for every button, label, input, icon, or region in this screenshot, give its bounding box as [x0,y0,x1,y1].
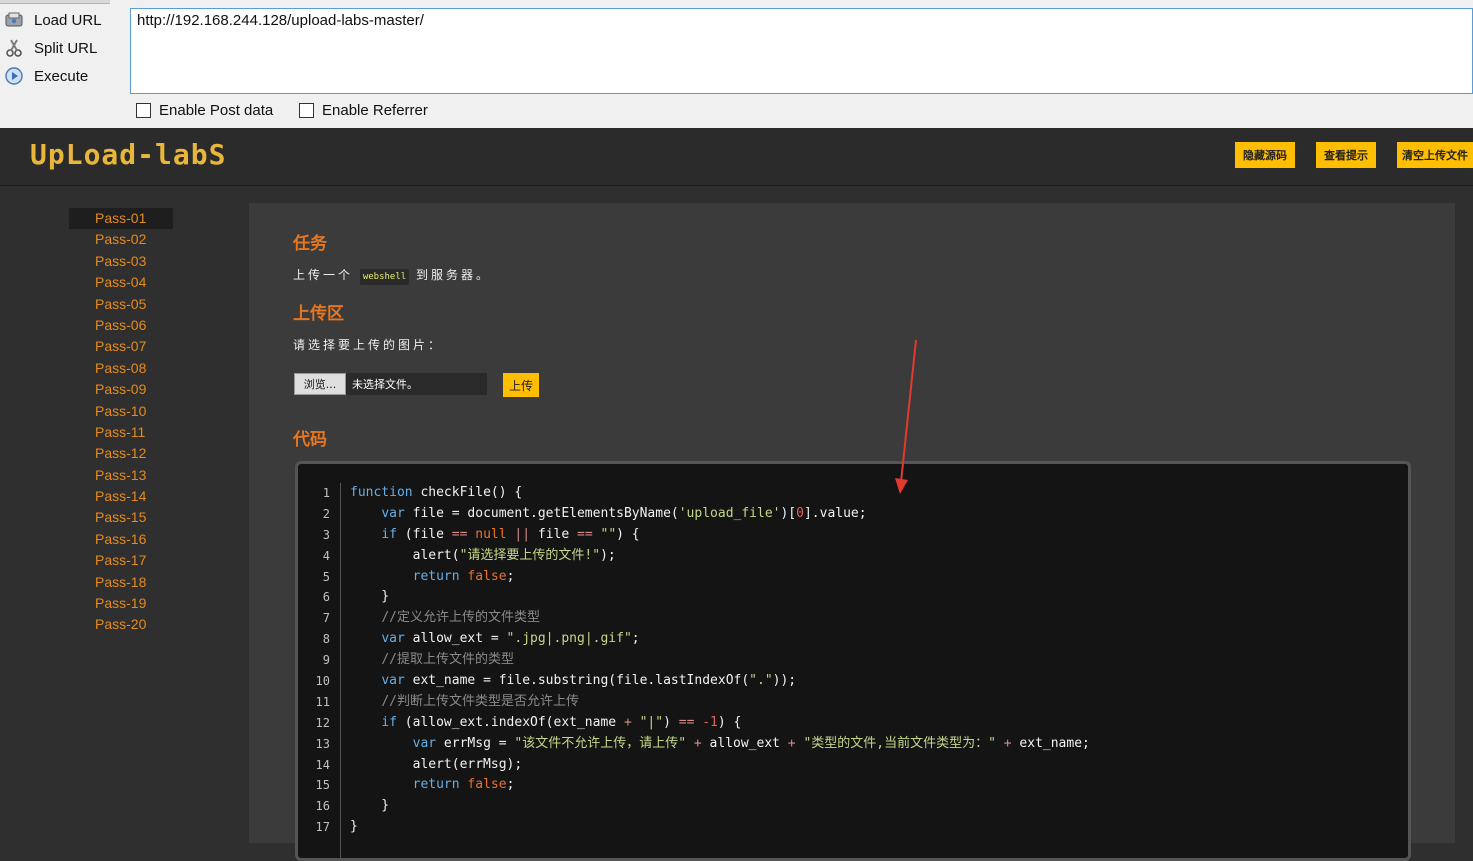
load-url-button[interactable]: Load URL [4,8,122,32]
line-number: 13 [315,736,330,751]
line-number: 6 [322,590,330,605]
upload-button[interactable]: 上传 [503,373,539,397]
hackbar-toolbar: Load URL Split URL Execute http://192.16… [0,0,1473,129]
sidebar-item-pass[interactable]: Pass-01 [69,208,173,230]
sidebar-item-pass[interactable]: Pass-08 [69,358,173,379]
line-number-gutter: 1 2 3 4 5 6 7 8 9 10 11 12 13 14 15 16 17 [298,483,341,858]
enable-post-checkbox[interactable]: Enable Post data [136,102,273,119]
sidebar-item-pass[interactable]: Pass-17 [69,550,173,571]
line-number: 7 [322,611,330,626]
checkbox-box[interactable] [299,103,314,118]
execute-label: Execute [34,67,89,85]
code-line: alert(errMsg); [350,756,523,772]
hackbar-top-strip [0,0,110,4]
sidebar-item-pass[interactable]: Pass-09 [69,379,173,400]
code-line: //判断上传文件类型是否允许上传 [381,693,579,709]
split-url-button[interactable]: Split URL [4,36,122,60]
code-line: alert("请选择要上传的文件!"); [350,547,616,563]
line-number: 8 [322,632,330,647]
webshell-code: webshell [359,269,410,285]
split-url-label: Split URL [34,39,98,57]
load-url-label: Load URL [34,11,102,29]
code-line: var allow_ext = ".jpg|.png|.gif"; [381,631,640,647]
clear-uploads-button[interactable]: 清空上传文件 [1397,142,1473,168]
line-number: 17 [315,820,330,835]
execute-button[interactable]: Execute [4,64,122,88]
line-number: 15 [315,778,330,793]
code-heading: 代码 [293,430,327,450]
line-number: 11 [315,694,330,709]
sidebar-item-pass[interactable]: Pass-05 [69,294,173,315]
line-number: 9 [322,653,330,668]
code-line: var errMsg = "该文件不允许上传，请上传" + allow_ext … [412,735,1090,751]
main-panel: 任务 上传一个 webshell 到服务器。 上传区 请选择要上传的图片： 浏览… [249,203,1455,861]
code-line: var file = document.getElementsByName('u… [381,505,867,521]
code-line: if (file == null || file == "") { [381,526,640,542]
code-lines: function checkFile() { var file = docume… [350,483,1090,838]
task-prefix: 上传一个 [293,268,354,282]
play-icon [4,66,24,86]
sidebar-item-pass[interactable]: Pass-02 [69,229,173,250]
line-number: 1 [322,486,330,500]
sidebar-item-pass[interactable]: Pass-12 [69,443,173,464]
sidebar-item-pass[interactable]: Pass-07 [69,336,173,357]
scissors-icon [4,38,24,58]
enable-referrer-checkbox[interactable]: Enable Referrer [299,102,428,119]
code-line: } [350,798,390,814]
line-number: 10 [315,674,330,689]
sidebar-item-pass[interactable]: Pass-11 [69,422,173,443]
choose-image-label: 请选择要上传的图片： [293,338,444,352]
url-textarea[interactable]: http://192.168.244.128/upload-labs-maste… [130,8,1473,94]
sidebar-item-pass[interactable]: Pass-04 [69,272,173,293]
sidebar-item-pass[interactable]: Pass-16 [69,529,173,550]
file-status[interactable]: 未选择文件。 [346,373,487,395]
code-line: var ext_name = file.substring(file.lastI… [381,673,797,689]
code-line: if (allow_ext.indexOf(ext_name + "|") ==… [381,714,742,730]
sidebar-item-pass[interactable]: Pass-19 [69,593,173,614]
line-number: 12 [315,715,330,730]
sidebar-item-pass[interactable]: Pass-20 [69,614,173,635]
line-number: 5 [322,569,330,584]
line-number: 2 [322,506,330,521]
enable-post-label: Enable Post data [159,102,274,119]
enable-referrer-label: Enable Referrer [322,102,428,119]
code-line: } [350,819,358,835]
checkbox-box[interactable] [136,103,151,118]
line-number: 3 [322,527,330,542]
code-line: //定义允许上传的文件类型 [381,610,540,626]
sidebar-item-pass[interactable]: Pass-03 [69,251,173,272]
code-line: } [350,589,390,605]
code-line: //提取上传文件的类型 [381,652,514,668]
task-heading: 任务 [293,234,327,254]
task-suffix: 到服务器。 [416,268,492,282]
site-header: UpLoad-labS 隐藏源码 查看提示 清空上传文件 [0,128,1473,186]
load-url-icon [4,10,24,30]
sidebar-item-pass[interactable]: Pass-13 [69,465,173,486]
line-number: 4 [322,548,330,563]
upload-area-heading: 上传区 [293,304,344,324]
code-line: return false; [412,777,515,793]
browse-button[interactable]: 浏览... [294,373,346,395]
sidebar-pass-list: Pass-01 Pass-02 Pass-03 Pass-04 Pass-05 Pass-… [69,208,173,636]
code-line: function checkFile() { [350,485,523,500]
sidebar-item-pass[interactable]: Pass-15 [69,507,173,528]
sidebar-item-pass[interactable]: Pass-14 [69,486,173,507]
line-number: 14 [315,757,330,772]
sidebar-item-pass[interactable]: Pass-06 [69,315,173,336]
show-hint-button[interactable]: 查看提示 [1316,142,1376,168]
code-line: return false; [412,568,515,584]
site-logo[interactable]: UpLoad-labS [30,138,226,171]
line-number: 16 [315,799,330,814]
hide-source-button[interactable]: 隐藏源码 [1235,142,1295,168]
sidebar-item-pass[interactable]: Pass-18 [69,572,173,593]
task-description: 上传一个 webshell 到服务器。 [293,266,492,285]
sidebar-item-pass[interactable]: Pass-10 [69,401,173,422]
code-viewer: 1 2 3 4 5 6 7 8 9 10 11 12 13 14 15 16 17 function check… [295,461,1411,861]
